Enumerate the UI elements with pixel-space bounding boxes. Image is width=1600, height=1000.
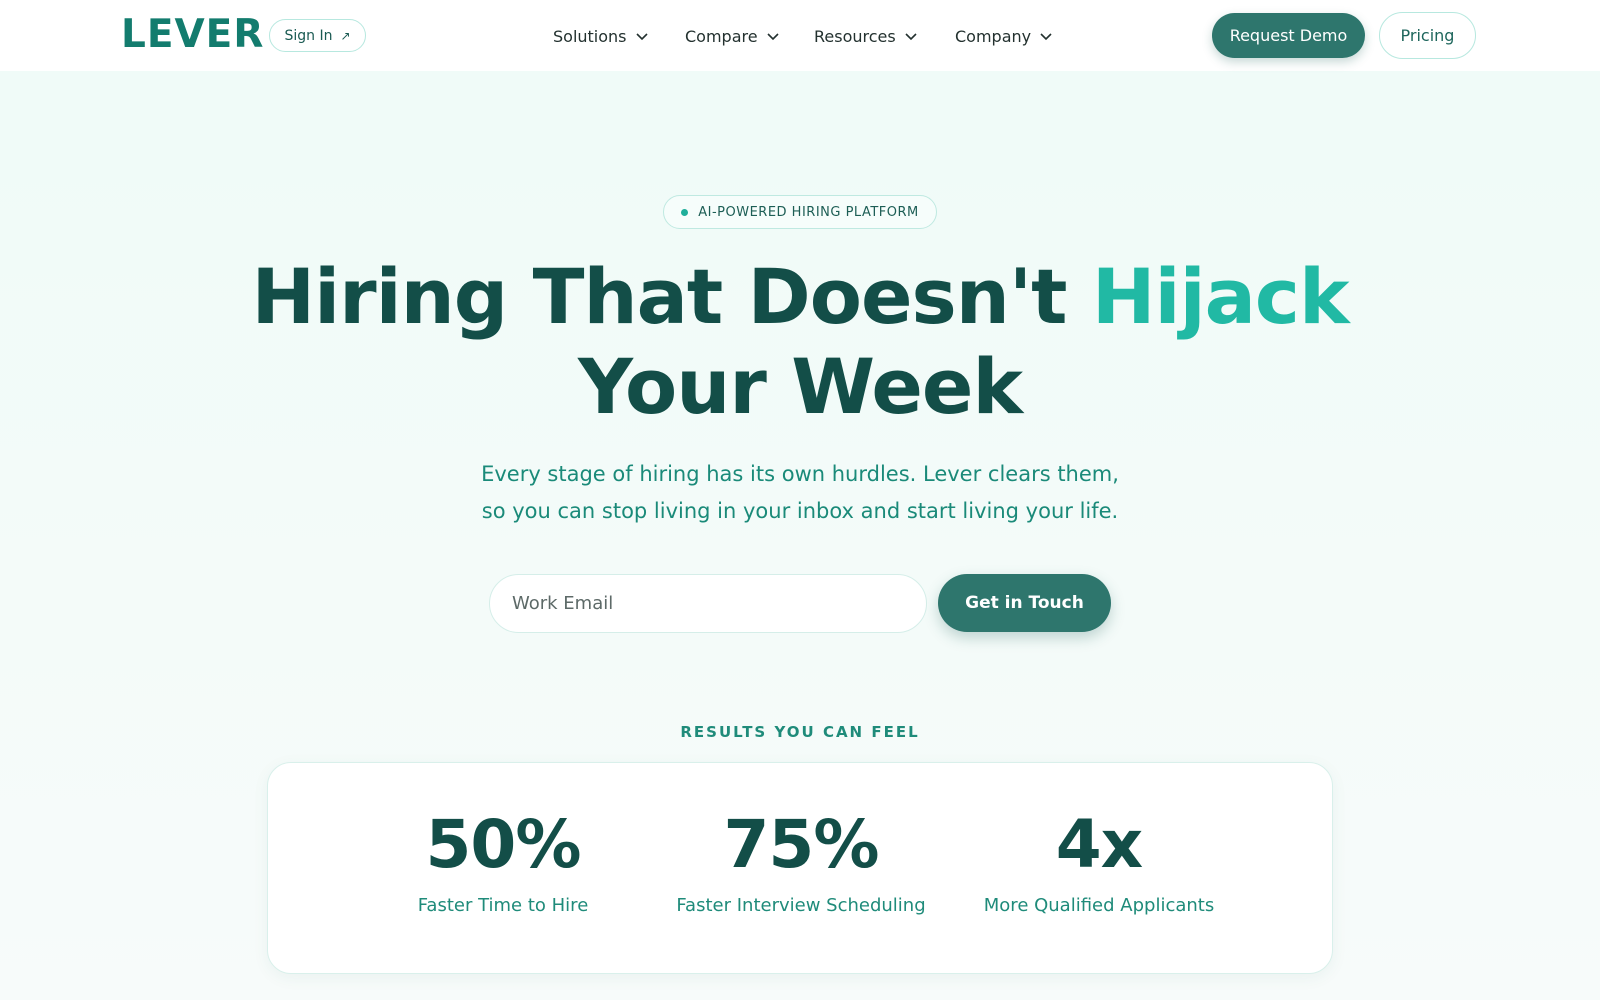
chevron-down-icon xyxy=(635,33,648,41)
stat-value: 75% xyxy=(723,806,880,883)
platform-badge: AI-POWERED HIRING PLATFORM xyxy=(663,195,937,229)
stat-label: Faster Interview Scheduling xyxy=(676,895,926,916)
nav-resources[interactable]: Resources xyxy=(814,24,918,48)
stat-item: 50% Faster Time to Hire xyxy=(337,763,669,916)
chevron-down-icon xyxy=(905,33,917,41)
subhead-line1: Every stage of hiring has its own hurdle… xyxy=(481,462,1119,486)
subhead-line2: so you can stop living in your inbox and… xyxy=(481,499,1119,523)
nav-compare-label: Compare xyxy=(685,26,758,46)
badge-dot-icon xyxy=(681,208,689,216)
request-demo-button[interactable]: Request Demo xyxy=(1212,13,1365,58)
stat-item: 75% Faster Interview Scheduling xyxy=(635,763,967,916)
chevron-down-icon xyxy=(1040,33,1052,41)
stat-label: More Qualified Applicants xyxy=(983,895,1215,916)
nav-solutions-label: Solutions xyxy=(553,26,627,46)
nav-resources-label: Resources xyxy=(814,26,896,46)
nav-company[interactable]: Company xyxy=(955,24,1053,48)
stats-card: 50% Faster Time to Hire 75% Faster Inter… xyxy=(267,762,1333,974)
chevron-down-icon xyxy=(767,33,779,41)
hero-subhead: Every stage of hiring has its own hurdle… xyxy=(400,456,1200,530)
headline-accent: Hijack xyxy=(1091,252,1350,341)
get-in-touch-button[interactable]: Get in Touch xyxy=(938,574,1111,632)
headline-part1: Hiring That Doesn't xyxy=(251,252,1067,341)
work-email-input[interactable] xyxy=(489,574,927,633)
nav-compare[interactable]: Compare xyxy=(685,24,780,48)
nav-solutions[interactable]: Solutions xyxy=(553,24,649,48)
site-header: LEVER Sign In ↗ Solutions Compare Resour… xyxy=(0,0,1600,71)
pricing-button[interactable]: Pricing xyxy=(1379,12,1476,59)
results-label: RESULTS YOU CAN FEEL xyxy=(680,723,920,741)
hero-headline: Hiring That Doesn't Hijack Your Week xyxy=(0,252,1600,432)
stat-label: Faster Time to Hire xyxy=(417,895,589,916)
headline-line2: Your Week xyxy=(577,342,1023,431)
stat-value: 50% xyxy=(425,806,582,883)
badge-text: AI-POWERED HIRING PLATFORM xyxy=(698,204,919,220)
stat-item: 4x More Qualified Applicants xyxy=(933,763,1265,916)
stat-value: 4x xyxy=(1055,806,1144,883)
nav-company-label: Company xyxy=(955,26,1032,46)
